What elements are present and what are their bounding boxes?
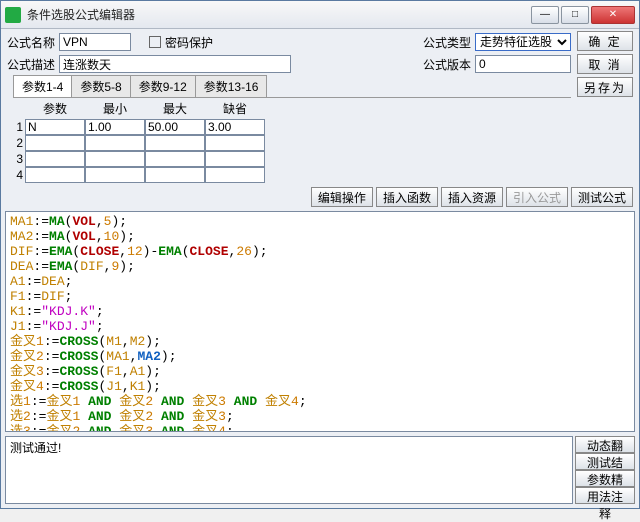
formula-type-select[interactable]: 走势特征选股	[475, 33, 571, 51]
param-row: 3	[13, 151, 265, 167]
param-min-input[interactable]	[85, 119, 145, 135]
label-name: 公式名称	[7, 34, 55, 51]
param-tabs: 参数1-4 参数5-8 参数9-12 参数13-16	[13, 75, 571, 98]
param-row: 2	[13, 135, 265, 151]
label-ver: 公式版本	[423, 56, 471, 73]
param-min-input[interactable]	[85, 167, 145, 183]
ok-button[interactable]: 确 定	[577, 31, 633, 51]
code-editor[interactable]: MA1:=MA(VOL,5); MA2:=MA(VOL,10); DIF:=EM…	[5, 211, 635, 432]
editor-window: 条件选股公式编辑器 — □ ✕ 公式名称 密码保护 公式类型 走势特征选股 公式…	[0, 0, 640, 509]
param-table: 参数最小最大缺省 1 2 3 4	[13, 100, 265, 183]
param-min-input[interactable]	[85, 151, 145, 167]
minimize-button[interactable]: —	[531, 6, 559, 24]
param-def-input[interactable]	[205, 135, 265, 151]
param-row: 1	[13, 119, 265, 135]
param-max-input[interactable]	[145, 135, 205, 151]
param-def-input[interactable]	[205, 119, 265, 135]
param-row: 4	[13, 167, 265, 183]
edit-op-button[interactable]: 编辑操作	[311, 187, 373, 207]
tab-params-13-16[interactable]: 参数13-16	[195, 75, 268, 97]
cancel-button[interactable]: 取 消	[577, 54, 633, 74]
test-result-button[interactable]: 测试结果	[575, 453, 635, 470]
maximize-button[interactable]: □	[561, 6, 589, 24]
insert-res-button[interactable]: 插入资源	[441, 187, 503, 207]
label-desc: 公式描述	[7, 56, 55, 73]
usage-note-button[interactable]: 用法注释	[575, 487, 635, 504]
tab-params-5-8[interactable]: 参数5-8	[71, 75, 130, 97]
formula-desc-input[interactable]	[59, 55, 291, 73]
import-formula-button[interactable]: 引入公式	[506, 187, 568, 207]
app-icon	[5, 7, 21, 23]
dyn-translate-button[interactable]: 动态翻译	[575, 436, 635, 453]
param-name-input[interactable]	[25, 151, 85, 167]
param-max-input[interactable]	[145, 119, 205, 135]
password-checkbox[interactable]	[149, 36, 161, 48]
titlebar: 条件选股公式编辑器 — □ ✕	[1, 1, 639, 29]
close-button[interactable]: ✕	[591, 6, 635, 24]
tab-params-9-12[interactable]: 参数9-12	[130, 75, 196, 97]
window-title: 条件选股公式编辑器	[27, 6, 531, 23]
param-def-input[interactable]	[205, 151, 265, 167]
param-name-input[interactable]	[25, 119, 85, 135]
param-def-input[interactable]	[205, 167, 265, 183]
param-name-input[interactable]	[25, 135, 85, 151]
param-min-input[interactable]	[85, 135, 145, 151]
saveas-button[interactable]: 另存为	[577, 77, 633, 97]
formula-version-input[interactable]	[475, 55, 571, 73]
param-name-input[interactable]	[25, 167, 85, 183]
label-type: 公式类型	[423, 34, 471, 51]
tab-params-1-4[interactable]: 参数1-4	[13, 75, 72, 97]
param-max-input[interactable]	[145, 167, 205, 183]
param-wizard-button[interactable]: 参数精灵	[575, 470, 635, 487]
label-pwd: 密码保护	[165, 34, 213, 51]
insert-fn-button[interactable]: 插入函数	[376, 187, 438, 207]
param-max-input[interactable]	[145, 151, 205, 167]
message-box: 测试通过!	[5, 436, 573, 504]
test-formula-button[interactable]: 测试公式	[571, 187, 633, 207]
formula-name-input[interactable]	[59, 33, 131, 51]
